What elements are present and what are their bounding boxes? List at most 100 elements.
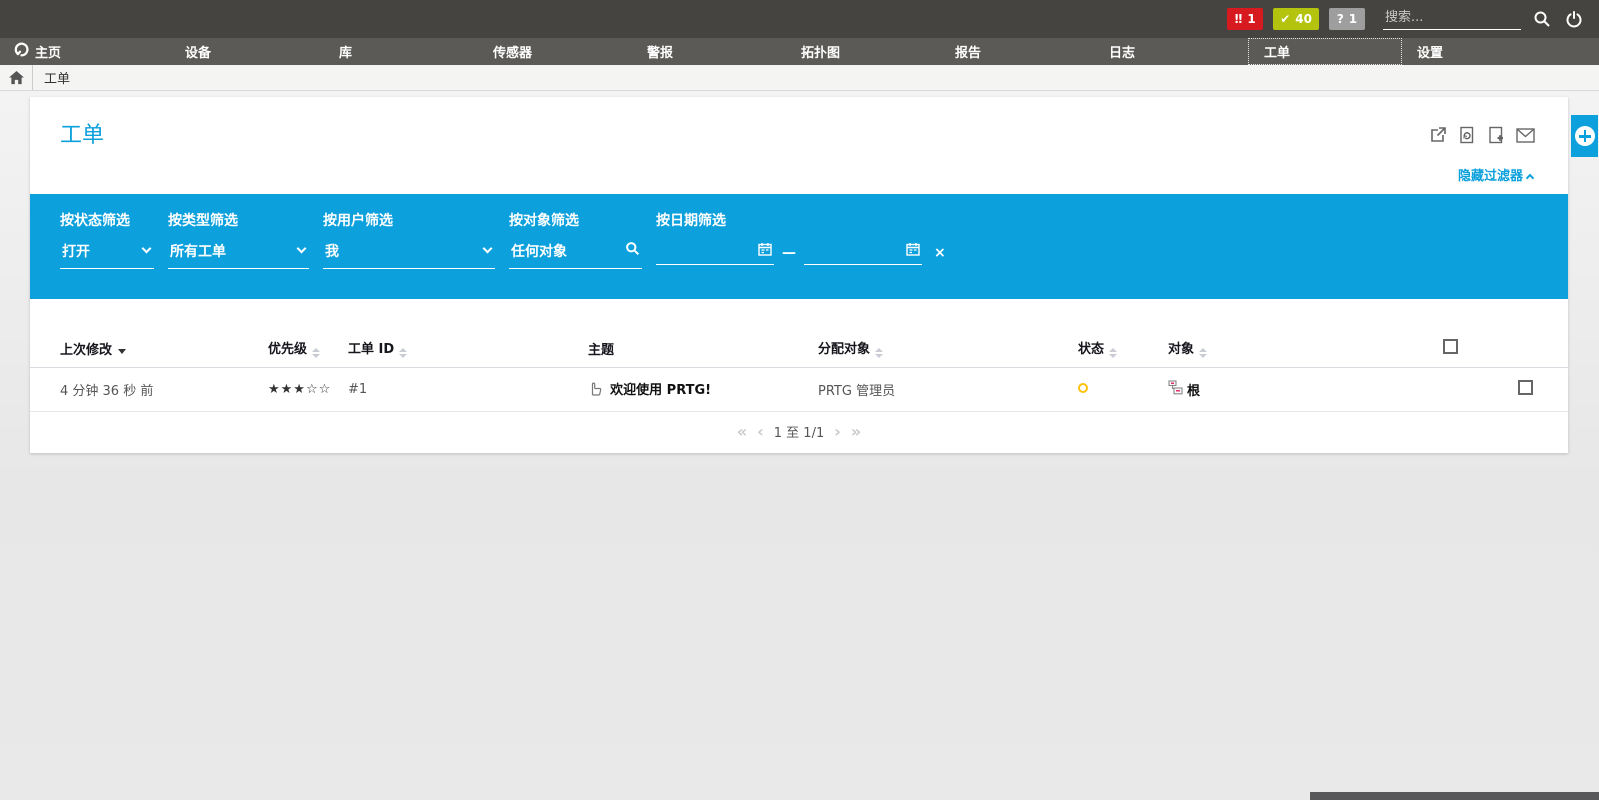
col-label: 主题 (588, 343, 614, 358)
filter-date: 按日期筛选 — (656, 210, 946, 269)
new-ticket-icon[interactable] (1486, 125, 1506, 145)
chevron-down-icon (142, 244, 152, 254)
date-to-input[interactable] (804, 241, 922, 265)
nav-item-maps[interactable]: 拓扑图 (786, 38, 940, 65)
nav-item-reports[interactable]: 报告 (940, 38, 1094, 65)
ticket-row[interactable]: 4 分钟 36 秒 前 ★★★☆☆ #1 欢迎使用 PRTG! PRTG 管理员 (30, 368, 1568, 412)
date-separator: — (782, 245, 796, 265)
filter-user-select[interactable]: 我 (323, 241, 495, 269)
power-icon[interactable] (1563, 8, 1585, 30)
col-header-status[interactable]: 状态 (1078, 329, 1168, 368)
cell-priority: ★★★☆☆ (268, 368, 348, 412)
up-sensors-badge[interactable]: ✔ 40 (1273, 8, 1319, 30)
calendar-icon[interactable] (906, 241, 920, 260)
nav-label: 报告 (955, 42, 981, 61)
filter-object-search[interactable]: 任何对象 (509, 241, 642, 269)
chevron-up-icon (1526, 174, 1534, 182)
cell-object[interactable]: 根 (1168, 368, 1443, 412)
nav-label: 日志 (1109, 42, 1135, 61)
home-icon[interactable] (0, 65, 33, 90)
nav-item-home[interactable]: 主页 (0, 38, 170, 65)
nav-item-libraries[interactable]: 库 (324, 38, 478, 65)
tickets-card: 工单 (30, 97, 1568, 453)
status-open-icon (1078, 383, 1088, 393)
first-page-button[interactable]: « (737, 422, 747, 441)
prev-page-button[interactable]: ‹ (757, 422, 764, 441)
refresh-page-icon[interactable] (1457, 125, 1477, 145)
object-link[interactable]: 根 (1187, 380, 1200, 399)
filter-type-select[interactable]: 所有工单 (168, 241, 309, 269)
col-header-object[interactable]: 对象 (1168, 329, 1443, 368)
alarm-icon: ‼ (1235, 12, 1243, 26)
unknown-sensors-badge[interactable]: ? 1 (1329, 8, 1365, 30)
cell-status (1078, 368, 1168, 412)
tickets-table: 上次修改 优先级 工单 ID 主题 分配对象 状态 对象 (30, 329, 1568, 412)
calendar-icon[interactable] (758, 241, 772, 260)
card-header: 工单 (30, 97, 1568, 149)
email-icon[interactable] (1515, 125, 1535, 145)
pagination: « ‹ 1 至 1/1 › » (30, 422, 1568, 441)
nav-item-devices[interactable]: 设备 (170, 38, 324, 65)
filter-status: 按状态筛选 打开 (60, 210, 154, 269)
clear-date-filter-button[interactable]: × (934, 245, 946, 265)
sort-icon (1199, 348, 1207, 358)
date-from-input[interactable] (656, 241, 774, 265)
horizontal-scrollbar[interactable] (1310, 792, 1599, 800)
nav-label: 设备 (185, 42, 211, 61)
filter-user-value: 我 (325, 244, 339, 260)
filter-user-label: 按用户筛选 (323, 210, 495, 230)
col-label: 状态 (1078, 342, 1104, 357)
add-ticket-tab[interactable] (1571, 115, 1598, 157)
nav-item-tickets[interactable]: 工单 (1248, 38, 1402, 65)
cell-subject[interactable]: 欢迎使用 PRTG! (588, 368, 818, 412)
next-page-button[interactable]: › (834, 422, 841, 441)
col-header-priority[interactable]: 优先级 (268, 329, 348, 368)
filter-status-select[interactable]: 打开 (60, 241, 154, 269)
nav-label: 设置 (1417, 42, 1443, 61)
search-input[interactable] (1383, 8, 1521, 30)
cell-modified: 4 分钟 36 秒 前 (30, 368, 268, 412)
ticket-subject-link[interactable]: 欢迎使用 PRTG! (610, 383, 711, 398)
page-indicator: 1 至 1/1 (774, 422, 824, 441)
page-title: 工单 (60, 117, 1538, 149)
plus-icon (1575, 126, 1595, 146)
col-header-modified[interactable]: 上次修改 (30, 329, 268, 368)
nav-label: 工单 (1264, 42, 1290, 61)
alarms-badge[interactable]: ‼ 1 (1227, 8, 1263, 30)
sort-icon (1109, 348, 1117, 358)
filter-type-label: 按类型筛选 (168, 210, 309, 230)
search-icon[interactable] (1531, 8, 1553, 30)
row-checkbox[interactable] (1518, 380, 1533, 395)
sort-desc-icon (118, 349, 126, 354)
hide-filters-link[interactable]: 隐藏过滤器 (30, 165, 1568, 184)
cell-ticket-id: #1 (348, 368, 588, 412)
check-icon: ✔ (1280, 12, 1290, 26)
nav-item-logs[interactable]: 日志 (1094, 38, 1248, 65)
filter-object-label: 按对象筛选 (509, 210, 642, 230)
col-label: 上次修改 (60, 343, 112, 358)
nav-item-sensors[interactable]: 传感器 (478, 38, 632, 65)
nav-label: 警报 (647, 42, 673, 61)
hide-filters-label: 隐藏过滤器 (1458, 169, 1523, 184)
col-header-subject[interactable]: 主题 (588, 329, 818, 368)
nav-label: 传感器 (493, 42, 532, 61)
last-page-button[interactable]: » (851, 422, 861, 441)
priority-stars: ★★★☆☆ (268, 382, 331, 397)
nav-label: 拓扑图 (801, 42, 840, 61)
breadcrumb-current[interactable]: 工单 (33, 68, 70, 87)
nav-item-alarms[interactable]: 警报 (632, 38, 786, 65)
topbar: ‼ 1 ✔ 40 ? 1 (0, 0, 1599, 38)
header-icon-toolbar (1428, 125, 1535, 145)
filter-object: 按对象筛选 任何对象 (509, 210, 642, 269)
nav-label: 主页 (35, 42, 61, 61)
select-all-cell (1443, 329, 1568, 368)
nav-item-setup[interactable]: 设置 (1402, 38, 1556, 65)
select-all-checkbox[interactable] (1443, 339, 1458, 354)
col-header-assigned[interactable]: 分配对象 (818, 329, 1078, 368)
row-select-cell (1443, 368, 1568, 412)
open-external-icon[interactable] (1428, 125, 1448, 145)
search-icon[interactable] (625, 241, 640, 260)
col-label: 优先级 (268, 342, 307, 357)
root-group-icon (1168, 380, 1183, 399)
col-header-ticket-id[interactable]: 工单 ID (348, 329, 588, 368)
